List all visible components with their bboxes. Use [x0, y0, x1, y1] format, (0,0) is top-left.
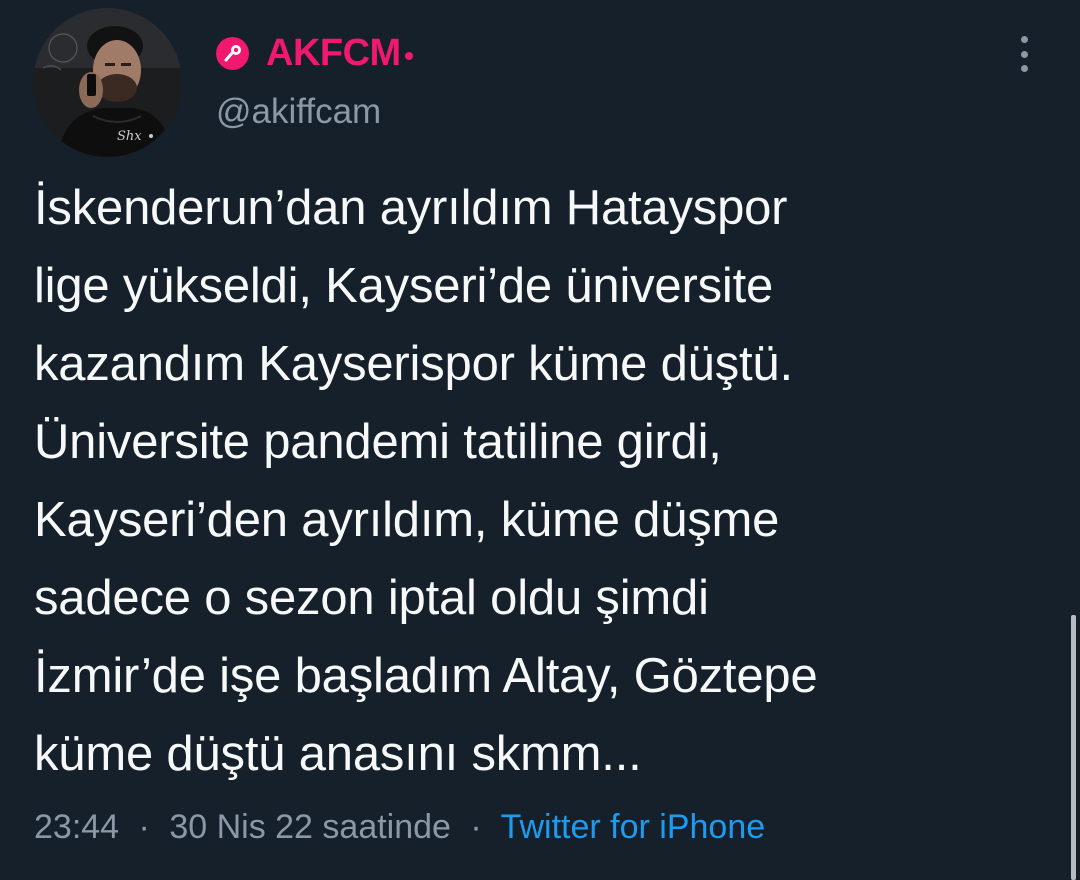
tweet-text: İskenderun’dan ayrıldım Hatayspor lige y…: [34, 181, 818, 781]
tweet-date[interactable]: 30 Nis 22 saatinde: [169, 808, 451, 846]
avatar[interactable]: Shx: [33, 8, 182, 157]
user-handle[interactable]: @akiffcam: [216, 92, 381, 132]
more-dot-icon: [1020, 65, 1028, 72]
name-dot-icon: [404, 52, 413, 60]
scrollbar[interactable]: [1071, 615, 1076, 880]
meta-separator: ·: [138, 808, 150, 846]
tweet-meta: 23:44 · 30 Nis 22 saatinde · Twitter for…: [34, 808, 765, 847]
tweet-time[interactable]: 23:44: [34, 808, 119, 846]
avatar-photo: Shx: [33, 8, 182, 157]
more-dot-icon: [1020, 36, 1028, 43]
display-name-row[interactable]: AKFCM: [216, 30, 413, 76]
tweet-source-link[interactable]: Twitter for iPhone: [501, 808, 766, 846]
display-name[interactable]: AKFCM: [266, 32, 401, 75]
tweet-page: Shx AKFCM @akiffcam İskenderun’dan ayrıl…: [0, 0, 1080, 880]
more-dot-icon: [1020, 50, 1028, 58]
more-vertical-icon[interactable]: [1013, 36, 1035, 72]
avatar-caption: Shx: [117, 129, 142, 144]
microphone-icon: [216, 36, 249, 70]
meta-separator: ·: [470, 808, 482, 846]
